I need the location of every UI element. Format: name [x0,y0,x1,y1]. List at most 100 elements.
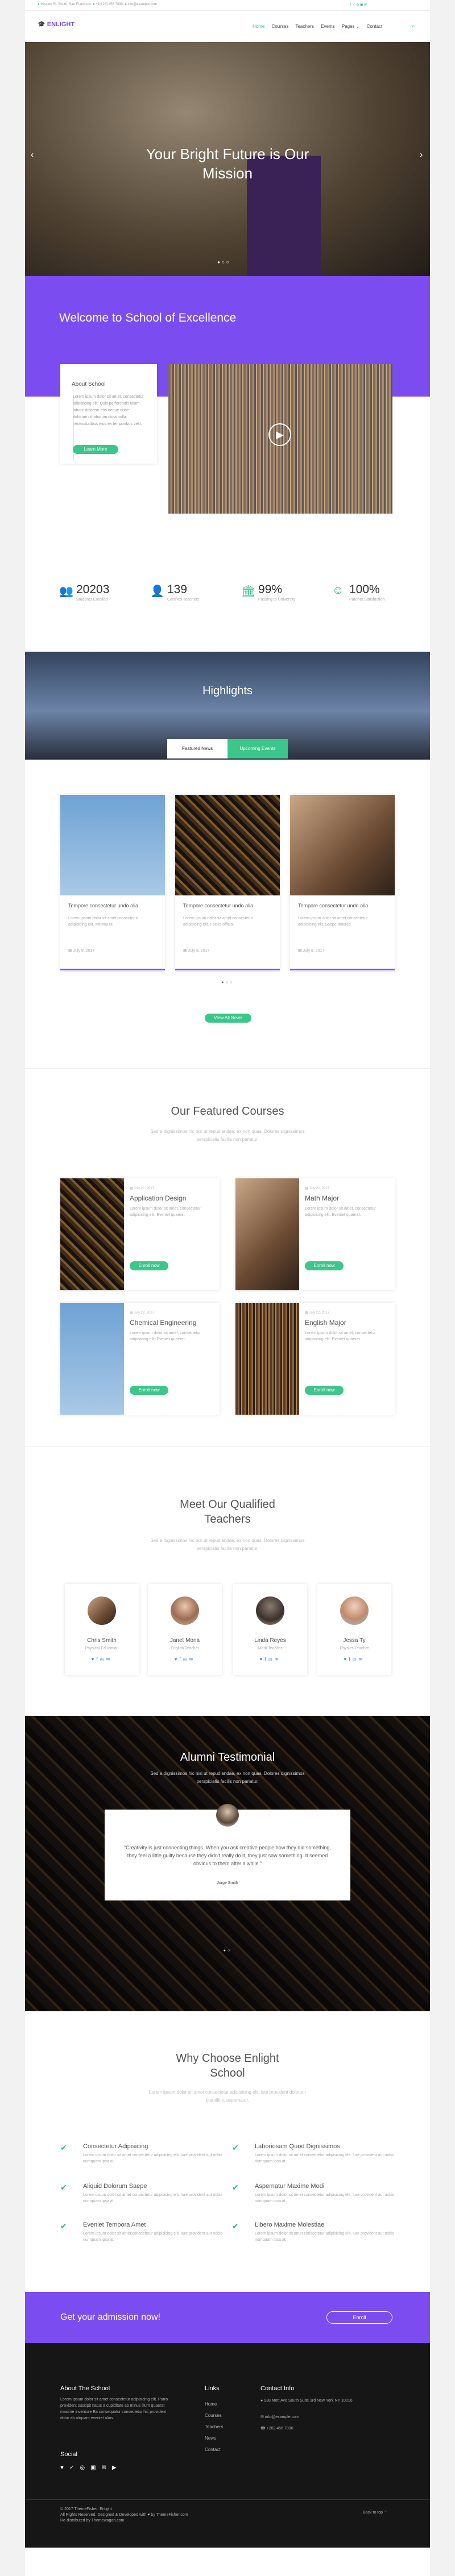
course-image [235,1178,299,1290]
calendar-icon: ▦ [68,949,72,953]
teachers-subtitle: Sed a dignissimos hic nisi ut repudianda… [150,1538,305,1551]
news-date: ▦ July 8, 2017 [68,949,95,953]
nav-teachers[interactable]: Teachers [295,24,313,29]
enroll-now-button[interactable]: Enroll now [305,1386,344,1395]
slider-dots[interactable]: ●○○ [217,260,231,265]
teacher-card[interactable]: Linda Reyes Math Teacher ♥f◎✉ [233,1584,307,1675]
footer-social-title: Social [60,2451,77,2458]
nav-contact[interactable]: Contact [367,24,383,29]
news-card[interactable]: Tempore consectetur undo alia Lorem ipsu… [175,795,280,971]
news-title[interactable]: Tempore consectetur undo alia [183,903,268,908]
logo[interactable]: 🎓 ENLIGHT [38,20,75,30]
course-image [60,1178,124,1290]
search-icon[interactable]: ⌕ [412,23,415,30]
topbar-email[interactable]: info@example.com [128,3,157,6]
enroll-button[interactable]: Enroll [326,2311,392,2324]
news-image [290,795,395,895]
footer: About The School Lorem ipsum dolor sit a… [25,2343,430,2548]
courses-subtitle: Sed a dignissimos hic nisi ut repudianda… [150,1129,305,1142]
avatar [216,1804,239,1827]
check-icon: ✔ [60,2183,67,2192]
view-all-news-button[interactable]: View All News [205,1014,251,1023]
prev-arrow-icon[interactable]: ‹ [31,150,34,160]
play-icon[interactable]: ▶ [268,423,291,446]
feature-title: Aspernatur Maxime Modi [255,2183,325,2190]
course-text: Lorem ipsum dolor sit amet, consectetur … [305,1207,376,1217]
social-icons[interactable]: ♥f◎✉ [65,1657,139,1662]
enroll-now-button[interactable]: Enroll now [305,1261,344,1270]
enroll-now-button[interactable]: Enroll now [130,1386,168,1395]
teacher-card[interactable]: Jessa Ty Physics Teacher ♥f◎✉ [317,1584,391,1675]
email-icon: ● [125,3,127,6]
why-title: Why Choose Enlight School [176,2052,279,2079]
news-title[interactable]: Tempore consectetur undo alia [68,903,154,908]
teacher-role: Physical Education [85,1647,119,1650]
carousel-dots[interactable]: ●○○ [25,981,430,985]
nav-courses[interactable]: Courses [272,24,289,29]
course-text: Lorem ipsum dolor sit amet, consectetur … [305,1331,376,1341]
nav-pages[interactable]: Pages ⌄ [342,24,360,29]
course-date: ▦ July 22, 2017 [305,1311,330,1315]
graduation-cap-icon: 🎓 [38,21,46,28]
back-to-top-button[interactable]: Back to top ⌃ [363,2510,387,2515]
stat-number: 20203 [76,583,110,596]
footer-link-home[interactable]: Home [205,2399,223,2410]
enroll-now-button[interactable]: Enroll now [130,1261,168,1270]
footer-email[interactable]: ✉ info@example.com [260,2415,299,2419]
footer-link-news[interactable]: News [205,2433,223,2444]
location-icon: ● [260,2399,263,2403]
footer-link-teachers[interactable]: Teachers [205,2421,223,2433]
avatar [88,1597,116,1625]
next-arrow-icon[interactable]: › [420,150,423,160]
avatar [256,1597,284,1625]
phone-icon: ● [93,3,95,6]
course-card[interactable]: ▦ July 22, 2017 Math Major Lorem ipsum d… [235,1178,395,1290]
nav-home[interactable]: Home [253,24,264,29]
course-card[interactable]: ▦ July 22, 2017 English Major Lorem ipsu… [235,1303,395,1415]
stat-label: Students Enrolled [76,598,108,602]
about-title: About School [72,381,106,387]
teacher-card[interactable]: Janet Mona English Teacher ♥f◎✉ [148,1584,222,1675]
course-title[interactable]: English Major [305,1319,346,1327]
teacher-name: Chris Smith [87,1637,117,1644]
topbar-address: Mission St. South, San Francisco [40,3,91,6]
nav-events[interactable]: Events [321,24,334,29]
news-title[interactable]: Tempore consectetur undo alia [298,903,383,908]
social-icons[interactable]: ♥f◎✉ [317,1657,391,1662]
news-card[interactable]: Tempore consectetur undo alia Lorem ipsu… [60,795,165,971]
course-title[interactable]: Chemical Engineering [130,1319,196,1327]
topbar-phone[interactable]: +1(123) 456 7890 [96,3,123,6]
social-icons[interactable]: ♥f◎✉ [148,1657,222,1662]
stat-number: 100% [349,583,380,596]
course-title[interactable]: Math Major [305,1194,339,1202]
footer-about-text: Lorem ipsum dolor sit amet consectetur a… [60,2398,168,2420]
footer-phone[interactable]: ☎ +202 456 7890 [260,2426,293,2431]
course-card[interactable]: ▦ July 22, 2017 Chemical Engineering Lor… [60,1303,220,1415]
news-text: Lorem ipsum dolor sit amet consectetur a… [68,916,138,927]
learn-more-button[interactable]: Learn More [73,445,118,454]
footer-link-contact[interactable]: Contact [205,2444,223,2456]
tab-upcoming-events[interactable]: Upcoming Events [228,739,288,758]
library-video: ▶ [168,364,392,514]
testimonial-subtitle: Sed a dignissimos hic nisi ut repudianda… [150,1771,305,1784]
feature-text: Lorem ipsum dolor sit amet consectetur a… [83,2153,223,2164]
teacher-card[interactable]: Chris Smith Physical Education ♥f◎✉ [65,1584,139,1675]
news-date: ▦ July 8, 2017 [298,949,325,953]
testimonial-dots[interactable]: ●○ [25,1949,430,1953]
course-text: Lorem ipsum dolor sit amet, consectetur … [130,1207,201,1217]
course-title[interactable]: Application Design [130,1194,186,1202]
news-card[interactable]: Tempore consectetur undo alia Lorem ipsu… [290,795,395,971]
news-text: Lorem ipsum dolor sit amet consectetur a… [183,916,253,927]
course-card[interactable]: ▦ July 22, 2017 Application Design Lorem… [60,1178,220,1290]
teacher-icon: 👤 [150,585,164,598]
email-icon: ✉ [260,2415,264,2419]
social-icons[interactable]: ♥f◎✉ [233,1657,307,1662]
courses-title: Our Featured Courses [171,1105,284,1118]
feature-title: Aliquid Dolorum Saepe [83,2183,147,2190]
footer-social-icons[interactable]: ♥✓◎▣✉▶ [60,2465,122,2471]
tab-featured-news[interactable]: Featured News [167,739,228,758]
footer-link-courses[interactable]: Courses [205,2410,223,2421]
social-icons-top[interactable]: f ✓ ◎ ▣ ✉ [350,3,367,7]
testimonial-title: Alumni Testimonial [180,1751,275,1764]
divider [25,1068,430,1069]
